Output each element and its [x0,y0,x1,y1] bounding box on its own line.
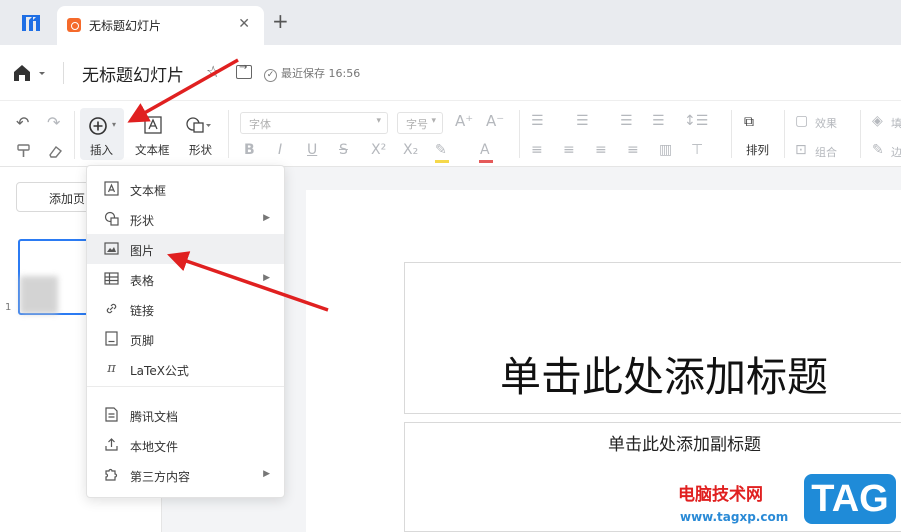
chevron-down-icon: ▾ [112,120,117,129]
close-tab-icon[interactable]: ✕ [238,16,250,32]
menu-item-label: 腾讯文档 [130,410,179,424]
menu-item-table[interactable]: 表格 ▶ [87,264,284,294]
insert-label: 插入 [90,143,113,157]
star-icon[interactable]: ☆ [206,62,220,81]
new-tab-icon[interactable]: + [272,10,289,32]
menu-item-latex[interactable]: π LaTeX公式 [87,354,284,384]
format-painter-icon[interactable] [16,143,32,159]
undo-icon[interactable]: ↶ [16,115,29,131]
tab-title: 无标题幻灯片 [89,19,162,33]
save-status: ✓ 最近保存 16:56 [264,65,360,82]
footer-icon [105,331,118,346]
plus-circle-icon [89,117,107,135]
menu-item-label: 文本框 [130,184,167,198]
subtitle-placeholder-text: 单击此处添加副标题 [608,435,761,455]
home-icon[interactable] [12,63,48,83]
toolbar: ↶ ↷ [0,100,901,167]
check-circle-icon: ✓ [264,69,277,82]
menu-item-label: 本地文件 [130,440,179,454]
divider [74,111,75,159]
chevron-right-icon: ▶ [263,273,270,283]
document-title[interactable]: 无标题幻灯片 [82,61,184,86]
link-icon [106,303,117,314]
menu-item-label: 页脚 [130,334,155,348]
menu-item-label: LaTeX公式 [130,364,189,378]
puzzle-icon [105,468,118,481]
slide-number: 1 [5,302,12,313]
tencent-doc-icon [105,407,118,422]
menu-item-footer[interactable]: 页脚 [87,324,284,354]
title-bar: 无标题幻灯片 ☆ ✓ 最近保存 16:56 [0,45,901,100]
save-status-text: 最近保存 16:56 [281,67,361,80]
menu-item-link[interactable]: 链接 [87,294,284,324]
menu-item-label: 图片 [130,244,155,258]
menu-item-label: 形状 [130,214,155,228]
insert-menu: 文本框 形状 ▶ 图片 表格 ▶ 链接 页脚 π LaTeX公式 腾讯文档 本地… [86,165,285,498]
blurred-image [20,276,58,314]
shape-icon [104,211,119,226]
insert-button[interactable]: ▾ 插入 [80,108,124,160]
chevron-right-icon: ▶ [263,469,270,479]
image-icon [104,242,119,255]
title-placeholder-text: 单击此处添加标题 [500,353,828,401]
menu-item-shape[interactable]: 形状 ▶ [87,204,284,234]
watermark-logo: TAG [804,474,896,524]
menu-item-tencent-doc[interactable]: 腾讯文档 [87,400,284,430]
menu-item-label: 第三方内容 [130,470,191,484]
watermark-url: www.tagxp.com [680,510,789,524]
menu-item-local-file[interactable]: 本地文件 [87,430,284,460]
menu-item-textbox[interactable]: 文本框 [87,174,284,204]
watermark-site-name: 电脑技术网 [678,485,763,505]
menu-item-label: 链接 [130,304,155,318]
pi-icon: π [107,361,116,376]
divider [63,62,64,84]
app-logo-icon[interactable] [20,12,42,34]
textbox-icon [104,181,119,196]
move-to-folder-icon[interactable] [236,62,252,79]
document-tab[interactable]: 无标题幻灯片 ✕ [57,6,264,45]
upload-icon [105,438,118,451]
menu-divider [87,386,284,387]
eraser-icon[interactable] [47,143,63,159]
table-icon [104,272,119,285]
chevron-right-icon: ▶ [263,213,270,223]
tab-bar: 无标题幻灯片 ✕ + [0,0,901,45]
menu-item-label: 表格 [130,274,155,288]
menu-item-third-party[interactable]: 第三方内容 ▶ [87,460,284,490]
redo-icon[interactable]: ↷ [47,115,60,131]
menu-item-image[interactable]: 图片 [87,234,284,264]
presentation-file-icon [67,18,81,32]
